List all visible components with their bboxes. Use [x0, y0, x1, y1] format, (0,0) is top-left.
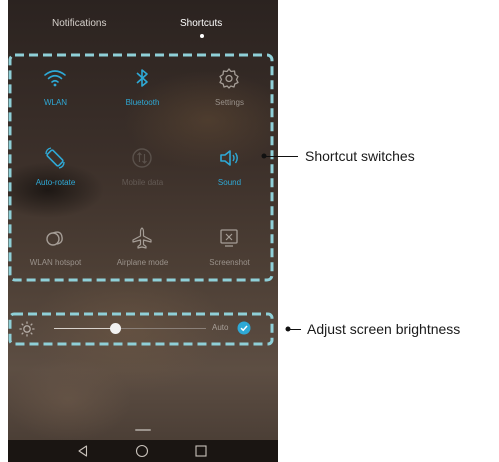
drag-handle[interactable]	[135, 429, 151, 431]
auto-brightness-label: Auto	[212, 323, 229, 332]
shortcut-label: Sound	[217, 178, 242, 187]
panel-tabs: Notifications Shortcuts	[8, 0, 278, 42]
auto-rotate-icon	[45, 147, 65, 169]
shortcut-label: Bluetooth	[125, 98, 160, 107]
tab-notifications[interactable]: Notifications	[52, 18, 106, 29]
airplane-icon	[132, 227, 152, 249]
brightness-icon	[19, 321, 35, 337]
wifi-icon	[44, 70, 66, 87]
speaker-icon	[220, 150, 238, 166]
screenshot-icon	[220, 229, 238, 247]
shortcut-label: Settings	[215, 98, 244, 107]
brightness-slider-fill	[54, 328, 115, 329]
shortcut-mobile-data[interactable]: Mobile data	[99, 135, 186, 205]
hotspot-icon	[46, 231, 63, 246]
shortcut-grid: WLAN Bluetooth Settings Auto-rotate Mobi…	[12, 55, 274, 280]
callout-line-brightness	[288, 329, 301, 330]
gear-icon	[219, 68, 239, 89]
shortcut-sound[interactable]: Sound	[186, 135, 273, 205]
brightness-slider[interactable]	[54, 323, 206, 334]
bluetooth-icon	[136, 69, 148, 87]
shortcut-bluetooth[interactable]: Bluetooth	[99, 55, 186, 125]
home-icon[interactable]	[135, 444, 149, 458]
auto-brightness-checkbox[interactable]	[237, 321, 251, 335]
shortcut-wlan[interactable]: WLAN	[12, 55, 99, 125]
shortcut-screenshot[interactable]: Screenshot	[186, 215, 273, 285]
checkbox-fill	[237, 321, 251, 335]
shortcut-settings[interactable]: Settings	[186, 55, 273, 125]
shortcut-label: Screenshot	[209, 258, 250, 267]
shortcut-label: WLAN hotspot	[29, 258, 82, 267]
shortcut-auto-rotate[interactable]: Auto-rotate	[12, 135, 99, 205]
shortcut-label: Airplane mode	[116, 258, 169, 267]
recents-icon[interactable]	[194, 444, 208, 458]
shortcut-wlan-hotspot[interactable]: WLAN hotspot	[12, 215, 99, 285]
shortcut-label: WLAN	[43, 98, 68, 107]
brightness-slider-thumb[interactable]	[109, 323, 121, 334]
callout-adjust-brightness: Adjust screen brightness	[307, 321, 461, 337]
phone-screen: Notifications Shortcuts WLAN Bluetooth S…	[8, 0, 278, 462]
tab-shortcuts[interactable]: Shortcuts	[180, 18, 222, 29]
mobile-data-icon	[132, 148, 152, 168]
callout-line-shortcuts	[264, 156, 298, 157]
brightness-row: Auto	[12, 318, 274, 340]
shortcut-airplane-mode[interactable]: Airplane mode	[99, 215, 186, 285]
back-icon[interactable]	[76, 444, 90, 458]
callout-shortcut-switches: Shortcut switches	[305, 148, 415, 164]
active-tab-indicator	[200, 34, 204, 38]
shortcut-label: Mobile data	[121, 178, 164, 187]
shortcut-label: Auto-rotate	[35, 178, 76, 187]
navigation-bar	[8, 440, 278, 462]
